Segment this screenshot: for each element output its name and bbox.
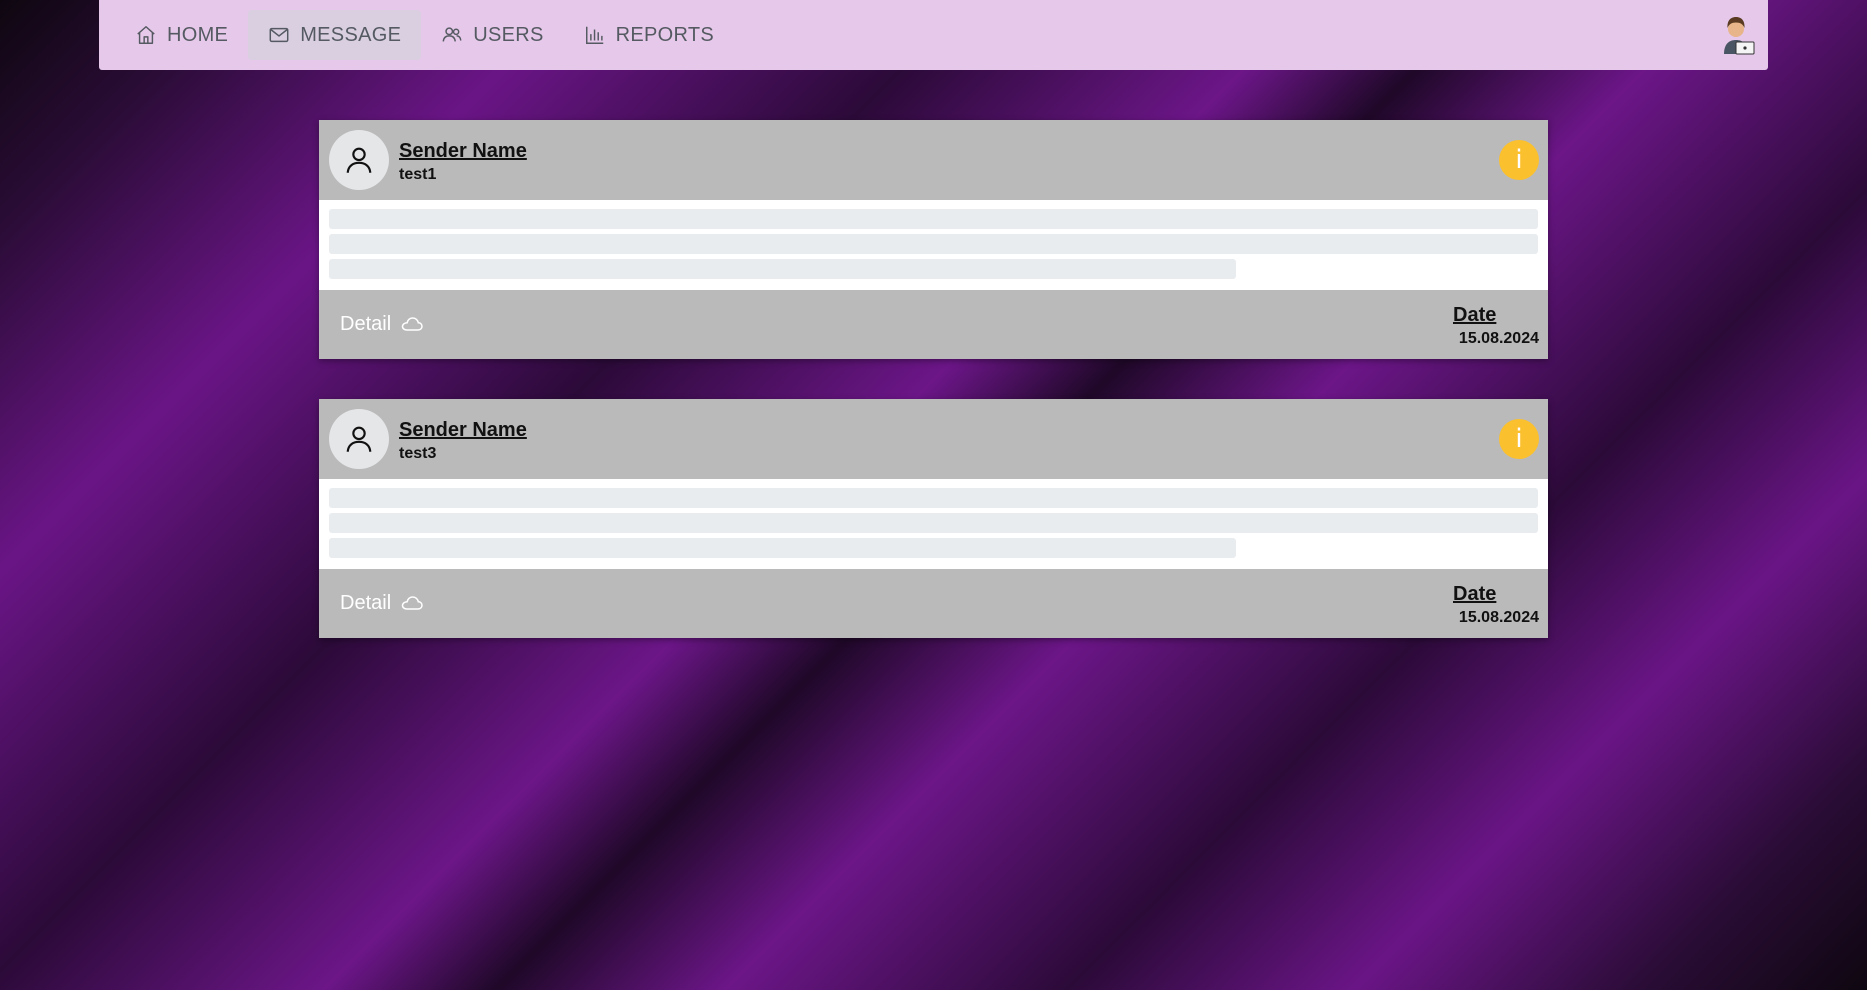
person-icon bbox=[329, 130, 389, 190]
detail-label: Detail bbox=[340, 591, 392, 614]
cloud-icon bbox=[401, 317, 423, 331]
nav-users-label: USERS bbox=[473, 23, 544, 46]
skeleton-line bbox=[329, 538, 1236, 558]
message-card-footer: Detail Date 15.08.2024 bbox=[319, 290, 1548, 359]
message-body-skeleton bbox=[319, 479, 1548, 569]
person-icon bbox=[329, 409, 389, 469]
message-card: Sender Name test1 i Detail Date 15.08.20… bbox=[319, 120, 1548, 359]
nav-home-label: HOME bbox=[167, 23, 229, 46]
message-body-skeleton bbox=[319, 200, 1548, 290]
bar-chart-icon bbox=[585, 26, 603, 44]
sender-name-value: test1 bbox=[399, 166, 437, 183]
skeleton-line bbox=[329, 488, 1538, 508]
top-navbar: HOME MESSAGE USERS REPORTS bbox=[99, 0, 1768, 70]
info-icon[interactable]: i bbox=[1499, 140, 1539, 180]
detail-button[interactable]: Detail bbox=[340, 588, 423, 618]
message-card-header: Sender Name test1 i bbox=[319, 120, 1548, 200]
nav-reports[interactable]: REPORTS bbox=[564, 10, 734, 60]
sender-name-label: Sender Name bbox=[399, 419, 527, 441]
skeleton-line bbox=[329, 234, 1538, 254]
nav-home[interactable]: HOME bbox=[115, 10, 248, 60]
nav-users[interactable]: USERS bbox=[421, 10, 563, 60]
skeleton-line bbox=[329, 259, 1236, 279]
mail-icon bbox=[269, 27, 289, 43]
date-value: 15.08.2024 bbox=[1458, 330, 1539, 347]
detail-label: Detail bbox=[340, 312, 392, 335]
skeleton-line bbox=[329, 209, 1538, 229]
sender-name-value: test3 bbox=[399, 445, 437, 462]
skeleton-line bbox=[329, 513, 1538, 533]
nav-reports-label: REPORTS bbox=[615, 23, 715, 46]
message-card: Sender Name test3 i Detail Date 15.08.20… bbox=[319, 399, 1548, 638]
detail-button[interactable]: Detail bbox=[340, 309, 423, 339]
date-label: Date bbox=[1453, 304, 1497, 326]
info-icon[interactable]: i bbox=[1499, 419, 1539, 459]
message-card-footer: Detail Date 15.08.2024 bbox=[319, 569, 1548, 638]
date-value: 15.08.2024 bbox=[1458, 609, 1539, 626]
message-card-header: Sender Name test3 i bbox=[319, 399, 1548, 479]
sender-name-label: Sender Name bbox=[399, 140, 527, 162]
users-icon bbox=[442, 27, 462, 42]
user-profile-avatar-icon[interactable] bbox=[1716, 12, 1756, 56]
nav-message-label: MESSAGE bbox=[300, 23, 402, 46]
cloud-icon bbox=[401, 596, 423, 610]
nav-message[interactable]: MESSAGE bbox=[248, 10, 422, 60]
home-icon bbox=[137, 26, 155, 44]
date-label: Date bbox=[1453, 583, 1497, 605]
